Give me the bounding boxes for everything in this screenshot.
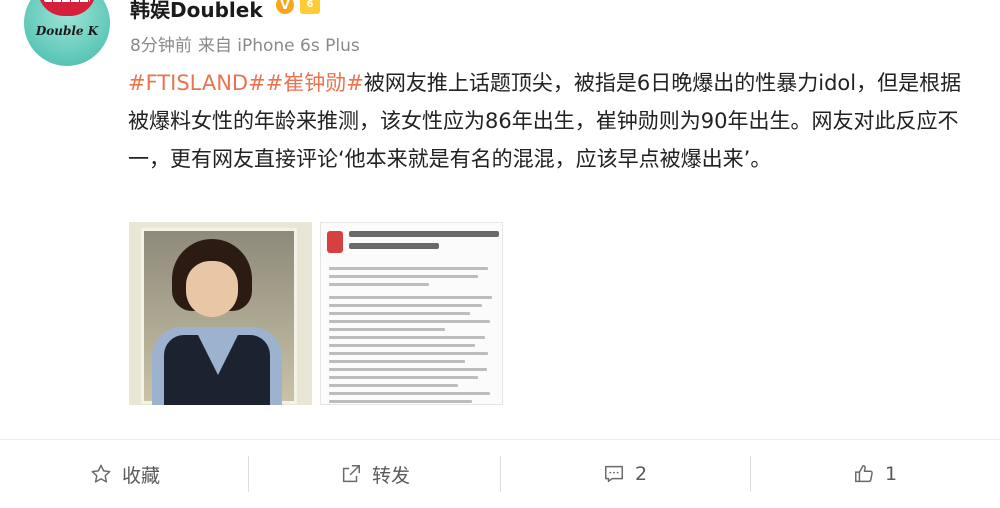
photo-vest-neck [198,335,238,375]
document-header [327,231,499,253]
photo-face [186,261,238,317]
comment-icon [603,463,625,485]
avatar-teeth [44,0,90,2]
hashtag-link[interactable]: #FTISLAND# [128,71,266,95]
post-text: #FTISLAND##崔钟勋#被网友推上话题顶尖，被指是6日晚爆出的性暴力ido… [128,64,968,178]
photo-frame [141,228,297,405]
like-button[interactable]: 1 [750,440,1000,508]
thumbs-up-icon [853,463,875,485]
hashtag-link[interactable]: #崔钟勋# [266,71,364,95]
action-separator [248,456,249,492]
favorite-label: 收藏 [121,464,160,487]
comment-count: 2 [634,463,648,485]
repost-button[interactable]: 转发 [250,440,500,508]
post-image-photo[interactable] [129,222,312,405]
post-meta: 8分钟前 来自 iPhone 6s Plus [130,31,366,56]
share-icon [340,463,362,485]
like-count: 1 [884,463,898,485]
post-image-document[interactable] [320,222,503,405]
document-logo [327,231,343,253]
comment-button[interactable]: 2 [500,440,750,508]
post-source: 来自 iPhone 6s Plus [197,36,360,56]
verified-badge: V [276,0,294,14]
avatar-logo-text: Double K [35,24,99,38]
document-title-line [349,231,499,237]
favorite-button[interactable]: 收藏 [0,440,250,508]
avatar-mouth [38,0,96,16]
action-bar: 收藏 转发 2 1 [0,440,1000,508]
username[interactable]: 韩娱Doublek [130,0,263,23]
document-title-line [349,243,439,249]
avatar[interactable]: Double K [24,0,110,66]
level-badge: 6 [300,0,320,14]
repost-label: 转发 [371,464,410,487]
star-icon [90,463,112,485]
post-time: 8分钟前 [130,36,192,56]
document-text-lines [329,267,495,404]
